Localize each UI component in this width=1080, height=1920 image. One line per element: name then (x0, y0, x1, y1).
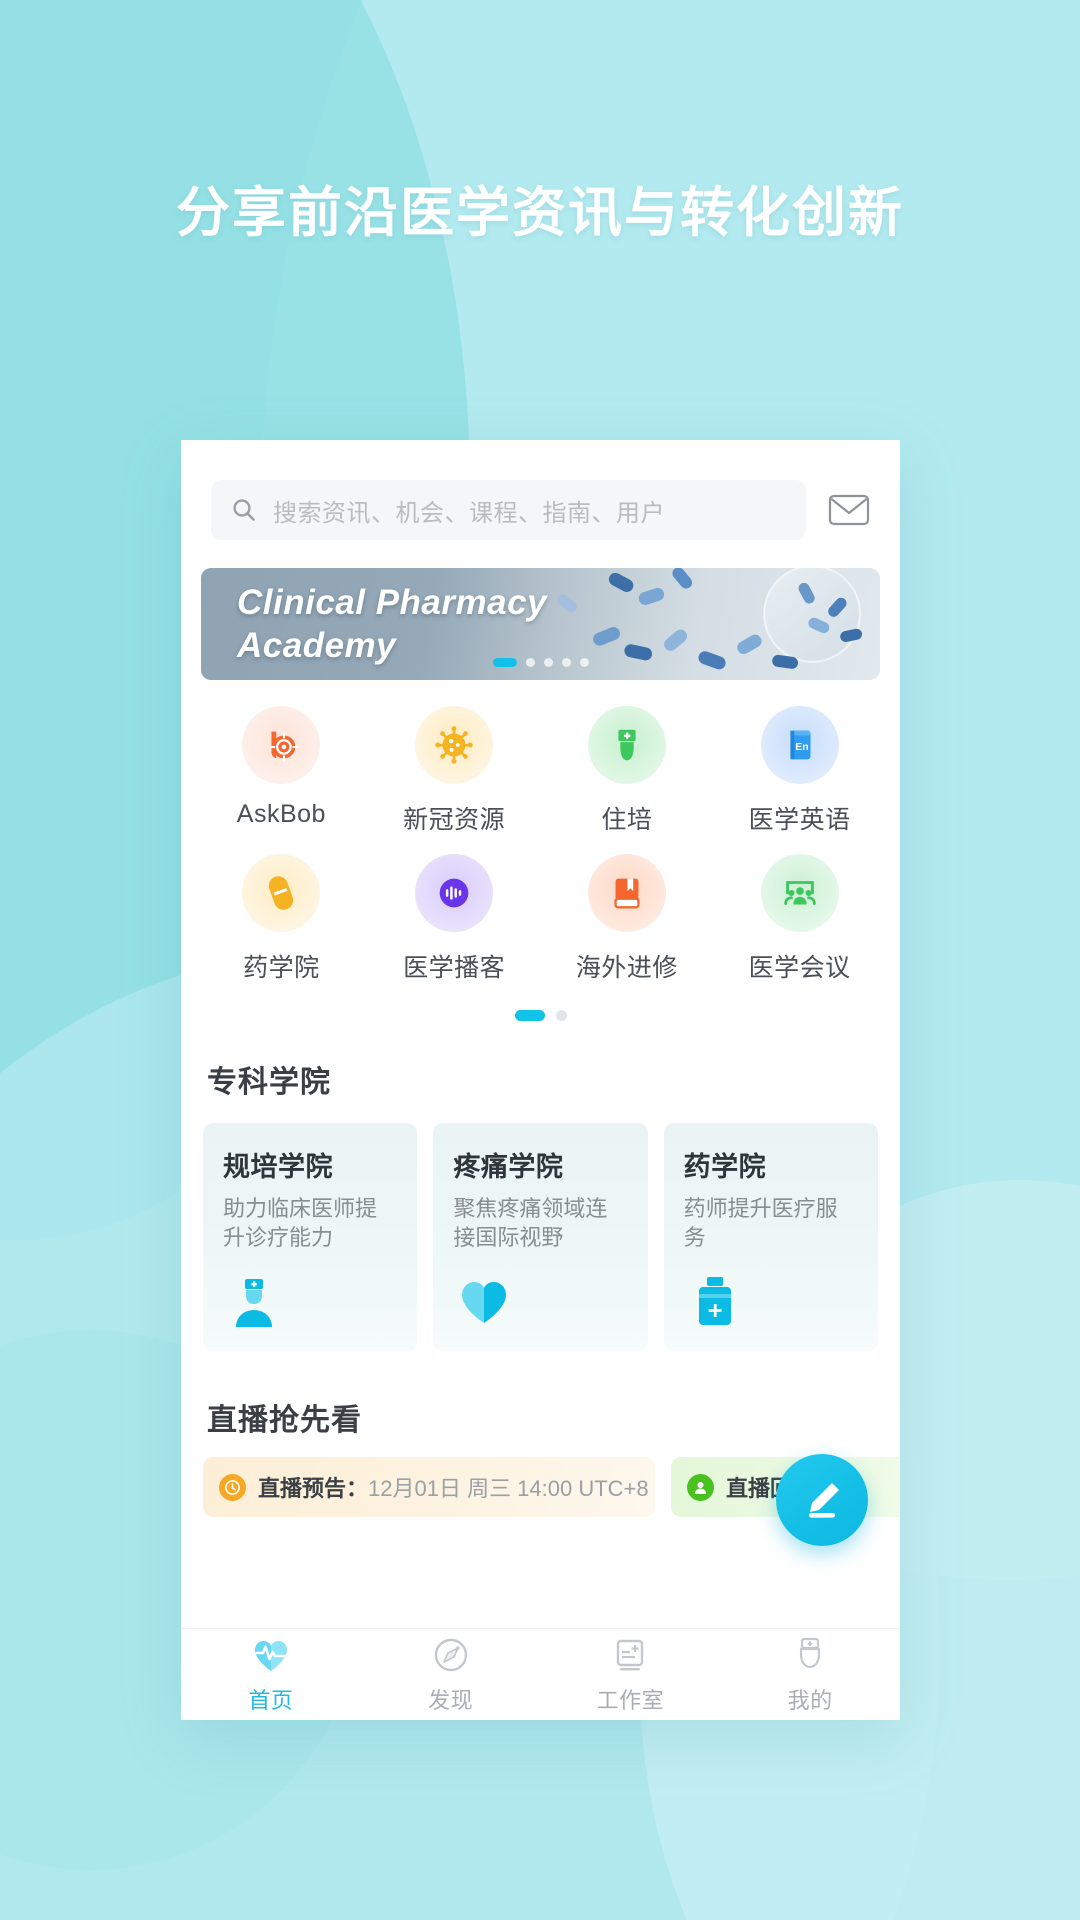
search-row: 搜索资讯、机会、课程、指南、用户 (181, 440, 900, 540)
tab-workspace[interactable]: 工作室 (541, 1635, 721, 1715)
bookmark-book-icon (587, 854, 666, 932)
bottom-tab-bar: 首页 发现 工作室 我的 (181, 1628, 900, 1720)
person-icon (687, 1473, 714, 1501)
quick-link-label: 海外进修 (575, 954, 678, 982)
quick-link-label: 药学院 (243, 954, 320, 982)
edit-pencil-icon (809, 1483, 839, 1518)
medicine-bottle-icon (698, 1277, 731, 1325)
card-title: 疼痛学院 (453, 1152, 564, 1182)
quick-link-label: 住培 (601, 806, 653, 834)
tab-label: 发现 (428, 1687, 474, 1713)
svg-text:En: En (795, 741, 808, 753)
quick-link-english[interactable]: En 医学英语 (713, 706, 886, 836)
doctor-avatar-icon (800, 1637, 821, 1668)
virus-icon (415, 706, 494, 784)
compass-icon (434, 1638, 467, 1671)
live-card-preview[interactable]: 直播预告：12月01日 周三 14:00 UTC+8 (203, 1457, 655, 1517)
card-desc: 助力临床医师提升诊疗能力 (223, 1196, 378, 1251)
live-card-text: 直播预告：12月01日 周三 14:00 UTC+8 (258, 1471, 649, 1503)
card-desc: 聚焦疼痛领域连接国际视野 (453, 1196, 608, 1251)
banner-dot-4[interactable] (561, 658, 571, 667)
tab-home[interactable]: 首页 (181, 1635, 361, 1715)
app-screen: 搜索资讯、机会、课程、指南、用户 Clinical Pharmacy Acade… (181, 440, 900, 1720)
quick-link-residency[interactable]: 住培 (541, 706, 714, 836)
banner-dot-2[interactable] (525, 658, 535, 667)
quick-link-label: 医学会议 (748, 954, 851, 982)
compose-fab-button[interactable] (776, 1454, 868, 1546)
quick-link-covid[interactable]: 新冠资源 (368, 706, 541, 836)
grid-dot-1[interactable] (514, 1010, 545, 1021)
tab-discover[interactable]: 发现 (361, 1635, 541, 1715)
tab-label: 我的 (787, 1687, 833, 1713)
podcast-wave-icon (415, 854, 494, 932)
tab-label: 首页 (248, 1687, 294, 1713)
page-title: 分享前沿医学资讯与转化创新 (176, 183, 904, 243)
quick-links-pagination[interactable] (181, 1010, 900, 1021)
card-title: 规培学院 (223, 1152, 333, 1182)
banner-dot-1[interactable] (492, 658, 517, 667)
live-card-detail: 12月01日 周三 14:00 UTC+8 (368, 1476, 649, 1501)
english-book-icon: En (760, 706, 839, 784)
heart-pulse-icon (254, 1640, 287, 1671)
search-icon (233, 499, 255, 521)
banner-title: Clinical Pharmacy Academy (237, 582, 547, 667)
quick-link-label: 新冠资源 (403, 806, 506, 834)
specialty-cards: 规培学院 助力临床医师提升诊疗能力 疼痛学院 聚焦疼痛领域连接国际视野 药学院 … (181, 1101, 900, 1351)
quick-link-pharmacy[interactable]: 药学院 (195, 854, 368, 984)
promo-banner[interactable]: Clinical Pharmacy Academy (201, 568, 880, 680)
banner-pagination[interactable] (492, 658, 589, 667)
quick-link-abroad[interactable]: 海外进修 (541, 854, 714, 984)
clock-icon (219, 1473, 246, 1501)
doctor-icon (236, 1279, 272, 1327)
quick-link-podcast[interactable]: 医学播客 (368, 854, 541, 984)
quick-links-grid: AskBob 新冠资源 住培 En 医学英语 药学院 医学播客 海外进修 医学会… (181, 680, 900, 984)
specialty-card-pain[interactable]: 疼痛学院 聚焦疼痛领域连接国际视野 (433, 1123, 648, 1351)
specialty-section-title: 专科学院 (207, 1066, 331, 1099)
quick-link-label: AskBob (236, 800, 326, 828)
card-desc: 药师提升医疗服务 (683, 1196, 838, 1251)
quick-link-askbob[interactable]: AskBob (195, 706, 368, 836)
nurse-cap-icon (587, 706, 666, 784)
mail-icon[interactable] (828, 493, 870, 527)
banner-dot-5[interactable] (579, 658, 589, 667)
live-section-title: 直播抢先看 (207, 1404, 362, 1437)
askbob-target-icon (242, 706, 321, 784)
live-card-label: 直播预告： (258, 1476, 369, 1501)
quick-link-label: 医学英语 (748, 806, 851, 834)
specialty-card-residency[interactable]: 规培学院 助力临床医师提升诊疗能力 (203, 1123, 418, 1351)
workspace-icon (617, 1639, 644, 1670)
card-title: 药学院 (683, 1152, 767, 1182)
specialty-card-pharmacy[interactable]: 药学院 药师提升医疗服务 (663, 1123, 878, 1351)
quick-link-label: 医学播客 (403, 954, 506, 982)
tab-label: 工作室 (596, 1687, 665, 1713)
heart-icon (462, 1282, 507, 1323)
banner-dot-3[interactable] (543, 658, 553, 667)
search-placeholder: 搜索资讯、机会、课程、指南、用户 (273, 499, 665, 527)
phone-mockup: 搜索资讯、机会、课程、指南、用户 Clinical Pharmacy Acade… (181, 440, 900, 1720)
banner-title-line1: Clinical Pharmacy (237, 583, 548, 622)
search-input[interactable]: 搜索资讯、机会、课程、指南、用户 (211, 480, 806, 540)
conference-icon (760, 854, 839, 932)
grid-dot-2[interactable] (555, 1010, 567, 1021)
quick-link-conference[interactable]: 医学会议 (713, 854, 886, 984)
capsule-icon (242, 854, 321, 932)
tab-mine[interactable]: 我的 (720, 1635, 900, 1715)
